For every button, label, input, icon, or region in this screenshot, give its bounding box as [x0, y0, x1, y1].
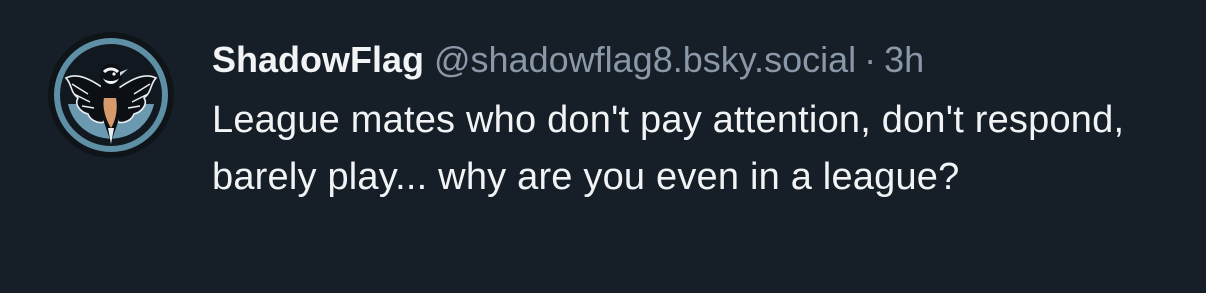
post-card[interactable]: ShadowFlag @shadowflag8.bsky.social · 3h Le…	[0, 0, 1206, 293]
post-header: ShadowFlag @shadowflag8.bsky.social · 3h	[212, 34, 1172, 86]
author-display-name[interactable]: ShadowFlag	[212, 39, 424, 80]
separator-dot: ·	[864, 39, 877, 80]
bird-avatar-icon	[48, 32, 174, 158]
author-handle[interactable]: @shadowflag8.bsky.social	[434, 39, 856, 80]
avatar[interactable]	[48, 32, 174, 158]
post-text: League mates who don't pay attention, do…	[212, 99, 1125, 198]
post-content: ShadowFlag @shadowflag8.bsky.social · 3h Le…	[212, 34, 1172, 206]
post-timestamp[interactable]: 3h	[884, 39, 924, 80]
